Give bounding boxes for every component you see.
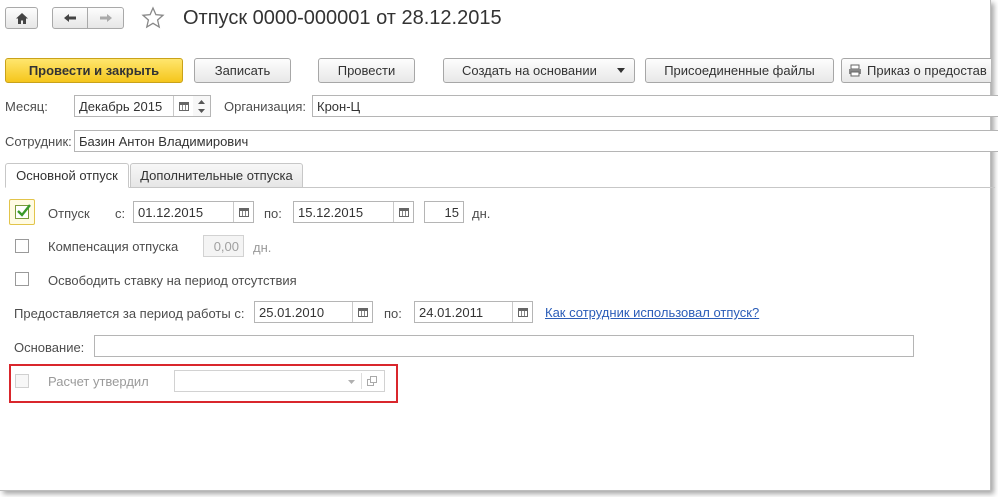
vacation-date-to[interactable]: 15.12.2015	[293, 201, 414, 223]
free-rate-checkbox[interactable]	[15, 272, 29, 286]
calendar-button[interactable]	[173, 96, 193, 116]
check-icon	[17, 204, 31, 217]
spin-down-icon	[198, 109, 205, 113]
work-period-to-value: 24.01.2011	[419, 304, 484, 320]
vacation-label: Отпуск	[48, 206, 90, 221]
compensation-days-unit: дн.	[253, 240, 272, 255]
create-based-on-button[interactable]: Создать на основании	[443, 58, 635, 83]
work-period-from-value: 25.01.2010	[259, 304, 325, 320]
triangle-down-icon	[617, 68, 625, 73]
calendar-button[interactable]	[233, 202, 253, 222]
month-field[interactable]: Декабрь 2015	[74, 95, 194, 117]
basis-field[interactable]	[94, 335, 914, 357]
spin-up-icon	[198, 100, 205, 104]
employee-field[interactable]: Базин Антон Владимирович	[74, 130, 998, 152]
vacation-days-field[interactable]: 15	[424, 201, 464, 223]
post-button[interactable]: Провести	[318, 58, 415, 83]
back-button[interactable]	[52, 7, 88, 29]
approved-checkbox[interactable]	[15, 374, 29, 388]
compensation-label: Компенсация отпуска	[48, 239, 179, 254]
dropdown-arrow-icon[interactable]	[348, 380, 355, 384]
arrow-left-icon	[64, 14, 76, 22]
basis-label: Основание:	[14, 340, 85, 355]
document-window: Отпуск 0000-000001 от 28.12.2015 Провест…	[0, 0, 998, 491]
save-button[interactable]: Записать	[194, 58, 291, 83]
forward-button[interactable]	[87, 7, 124, 29]
star-icon	[141, 6, 165, 29]
vacation-date-from[interactable]: 01.12.2015	[133, 201, 254, 223]
work-period-to[interactable]: 24.01.2011	[414, 301, 533, 323]
work-period-label: Предоставляется за период работы с:	[14, 306, 245, 321]
arrow-right-icon	[99, 14, 112, 22]
calendar-icon	[238, 207, 249, 217]
open-icon[interactable]	[367, 376, 378, 386]
tab-additional-vacations[interactable]: Дополнительные отпуска	[130, 163, 303, 188]
vacation-date-from-value: 01.12.2015	[138, 204, 204, 220]
calendar-icon	[357, 307, 368, 317]
calendar-icon	[398, 207, 409, 217]
printer-icon	[849, 64, 861, 77]
home-icon	[15, 12, 28, 24]
tab-main-vacation[interactable]: Основной отпуск	[5, 163, 129, 188]
compensation-checkbox[interactable]	[15, 239, 29, 253]
month-spinner[interactable]	[193, 95, 211, 117]
calendar-button[interactable]	[393, 202, 413, 222]
month-value: Декабрь 2015	[79, 98, 163, 114]
home-button[interactable]	[5, 7, 38, 29]
post-and-close-button[interactable]: Провести и закрыть	[5, 58, 183, 83]
page-title: Отпуск 0000-000001 от 28.12.2015	[183, 7, 502, 29]
print-order-label: Приказ о предостав	[867, 63, 987, 78]
calendar-button[interactable]	[352, 302, 372, 322]
compensation-days-field[interactable]: 0,00	[203, 235, 244, 257]
calendar-icon	[517, 307, 528, 317]
calendar-button[interactable]	[512, 302, 532, 322]
vacation-to-label: по:	[264, 206, 282, 221]
vacation-date-to-value: 15.12.2015	[298, 204, 364, 220]
organization-field[interactable]: Крон-Ц	[312, 95, 998, 117]
free-rate-label: Освободить ставку на период отсутствия	[48, 273, 297, 288]
create-based-on-label: Создать на основании	[462, 63, 597, 78]
vacation-checkbox[interactable]	[15, 204, 31, 219]
employee-label: Сотрудник:	[5, 134, 72, 149]
organization-label: Организация:	[224, 99, 307, 114]
vacation-days-unit: дн.	[472, 206, 491, 221]
attached-files-button[interactable]: Присоединенные файлы	[645, 58, 834, 83]
work-period-to-label: по:	[384, 306, 402, 321]
work-period-from[interactable]: 25.01.2010	[254, 301, 373, 323]
approved-label: Расчет утвердил	[48, 374, 149, 389]
month-label: Месяц:	[5, 99, 48, 114]
calendar-icon	[178, 101, 189, 111]
field-separator	[361, 373, 362, 389]
favorite-button[interactable]	[141, 6, 165, 30]
vacation-usage-link[interactable]: Как сотрудник использовал отпуск?	[545, 305, 759, 320]
approved-field[interactable]	[174, 370, 385, 392]
print-order-button[interactable]: Приказ о предостав	[841, 58, 991, 83]
vacation-from-label: с:	[115, 206, 126, 221]
